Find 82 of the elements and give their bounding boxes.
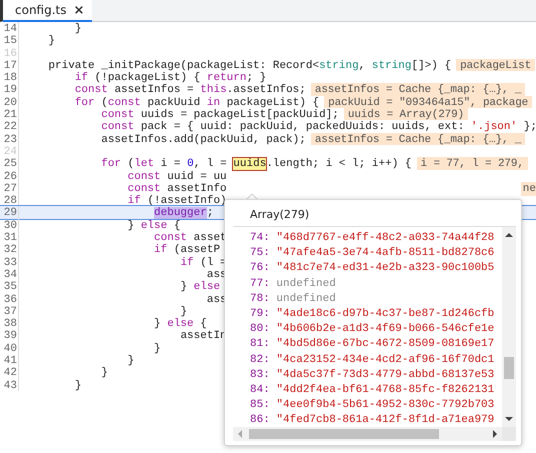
code-text: }: [100, 366, 108, 379]
scrollbar-thumb[interactable]: [249, 429, 439, 439]
line-number: 18: [0, 71, 19, 84]
line-number: 25: [0, 157, 19, 170]
line-number: 39: [0, 329, 19, 342]
array-entry: 85: "4ee0f9b4-5b61-4952-830c-7792b703: [250, 398, 496, 414]
code-text: } else {: [126, 218, 180, 232]
array-entry: 86: "4fed7cb8-861a-412f-8f1d-a71ea979: [250, 413, 496, 427]
code-text: const assetInfo: [126, 182, 227, 194]
code-text: const assetInfos = this.assetInfos;: [74, 83, 306, 96]
line-number: 40: [0, 342, 19, 354]
code-text: }: [153, 342, 161, 354]
array-entry: 79: "4ade18c6-d97b-4c37-be87-1d246cfb: [250, 306, 496, 322]
code-text: debugger;: [153, 206, 214, 219]
code-text: } else: [179, 280, 220, 293]
line-number: 14: [0, 22, 19, 34]
code-text: }: [47, 34, 56, 47]
vertical-scrollbar[interactable]: [502, 227, 516, 427]
code-text: assetInfos.add(packUuid, pack);: [100, 132, 306, 145]
line-number: 20: [0, 96, 19, 108]
inline-value: assetInfos = Cache {_map: {…}, _: [310, 83, 526, 96]
scroll-left-icon[interactable]: [238, 430, 242, 438]
array-entry: 77: undefined: [250, 276, 337, 292]
line-number: 23: [0, 132, 19, 145]
line-number: 37: [0, 304, 19, 318]
inline-value: packageList: [456, 58, 536, 72]
popover-title: Array(279): [233, 206, 516, 227]
code-text: }: [126, 354, 134, 366]
code-text: }: [74, 378, 82, 391]
line-number: 36: [0, 292, 19, 305]
close-icon[interactable]: ×: [74, 2, 84, 18]
line-number: 29: [0, 206, 19, 219]
line-number: 22: [0, 120, 19, 133]
code-text: const pack = { uuid: packUuid, packedUuids: uuids, ext: '.json' };: [100, 120, 536, 133]
line-number: 15: [0, 34, 19, 47]
code-text: private _initPackage(packageList: Record<string, string[]>) {: [47, 58, 452, 72]
code-text: if (!assetInfo): [126, 194, 227, 206]
line-number: 33: [0, 256, 19, 268]
line-number: 30: [0, 218, 19, 232]
code-text: }: [179, 304, 188, 318]
line-number: 38: [0, 317, 19, 330]
inline-value: i = 77, l = 279,: [416, 157, 528, 170]
line-number: 41: [0, 354, 19, 366]
horizontal-scrollbar[interactable]: [233, 427, 502, 441]
array-entry: 74: "468d7767-e4ff-48c2-a033-74a44f28: [250, 231, 496, 246]
line-number: 34: [0, 268, 19, 280]
code-text: for (let i = 0, l = uuids.length; i < l; i++) {: [100, 157, 412, 170]
array-entry: 76: "481c7e74-ed31-4e2b-a323-90c100b5: [250, 261, 496, 276]
code-text: for (const packUuid in packageList) {: [74, 96, 320, 108]
scroll-down-icon[interactable]: [505, 417, 513, 421]
array-entry: 80: "4b606b2e-a1d3-4f69-b066-546cfe1e: [250, 322, 496, 338]
code-text: }: [74, 22, 82, 34]
code-text: if (!packageList) { return; }: [74, 71, 266, 84]
inline-value: packUuid = "093464a15", package: [324, 96, 532, 108]
array-entry: 78: undefined: [250, 292, 337, 307]
array-entry: 75: "47afe4a5-3e74-4afb-8511-bd8278c6: [250, 246, 496, 262]
code-text: if (assetP: [153, 243, 220, 256]
scroll-right-icon[interactable]: [493, 430, 497, 438]
code-text: const uuids = packageList[packUuid];: [100, 108, 339, 120]
code-text: } else {: [153, 317, 207, 330]
scroll-up-icon[interactable]: [505, 233, 513, 237]
line-number: 21: [0, 108, 19, 120]
scrollbar-thumb[interactable]: [504, 357, 514, 379]
line-number: 19: [0, 83, 19, 96]
array-entry: 82: "4ca23152-434e-4cd2-af96-16f70dc1: [250, 352, 496, 368]
code-text: const uuid = uu: [126, 170, 227, 182]
line-number: 26: [0, 170, 19, 182]
line-number: 31: [0, 231, 19, 244]
inline-value: ne: [520, 182, 536, 196]
inline-value: assetInfos = Cache {_map: {…}, _: [310, 132, 526, 145]
line-number: 27: [0, 182, 19, 194]
line-number: 42: [0, 366, 19, 379]
line-number: 43: [0, 378, 19, 391]
array-entry: 83: "4da5c37f-73d3-4779-abbd-68137e53: [250, 368, 496, 383]
array-entry: 81: "4bd5d86e-67bc-4672-8509-08169e17: [250, 337, 496, 352]
array-entry: 84: "4dd2f4ea-bf61-4768-85fc-f8262131: [250, 382, 496, 398]
file-tab[interactable]: config.ts ×: [3, 0, 92, 22]
line-number: 32: [0, 243, 19, 256]
inline-value: uuids = Array(279): [344, 108, 468, 120]
code-text: const asset: [153, 231, 227, 244]
line-number: 35: [0, 280, 19, 293]
line-number: 17: [0, 58, 19, 72]
